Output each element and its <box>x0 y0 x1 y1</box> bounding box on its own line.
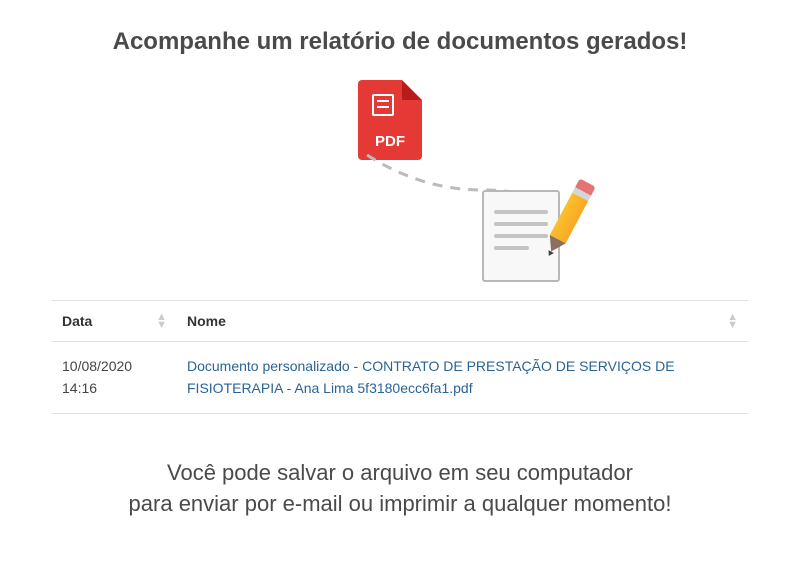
illustration: PDF <box>52 80 748 280</box>
documents-table: Data ▲▼ Nome ▲▼ 10/08/2020 14:16 Documen… <box>52 300 748 414</box>
cell-date: 10/08/2020 14:16 <box>52 342 177 414</box>
note-pencil-icon <box>482 190 560 282</box>
footer-line-2: para enviar por e-mail ou imprimir a qua… <box>52 489 748 520</box>
pdf-file-icon: PDF <box>358 80 422 160</box>
header-date-label: Data <box>62 313 92 329</box>
column-header-date[interactable]: Data ▲▼ <box>52 301 177 342</box>
footer-text: Você pode salvar o arquivo em seu comput… <box>52 458 748 520</box>
document-link[interactable]: Documento personalizado - CONTRATO DE PR… <box>187 358 675 396</box>
sort-icon: ▲▼ <box>727 313 738 329</box>
pdf-label: PDF <box>358 133 422 150</box>
page-heading: Acompanhe um relatório de documentos ger… <box>52 28 748 56</box>
table-row: 10/08/2020 14:16 Documento personalizado… <box>52 342 748 414</box>
footer-line-1: Você pode salvar o arquivo em seu comput… <box>52 458 748 489</box>
column-header-name[interactable]: Nome ▲▼ <box>177 301 748 342</box>
header-name-label: Nome <box>187 313 226 329</box>
sort-icon: ▲▼ <box>156 313 167 329</box>
